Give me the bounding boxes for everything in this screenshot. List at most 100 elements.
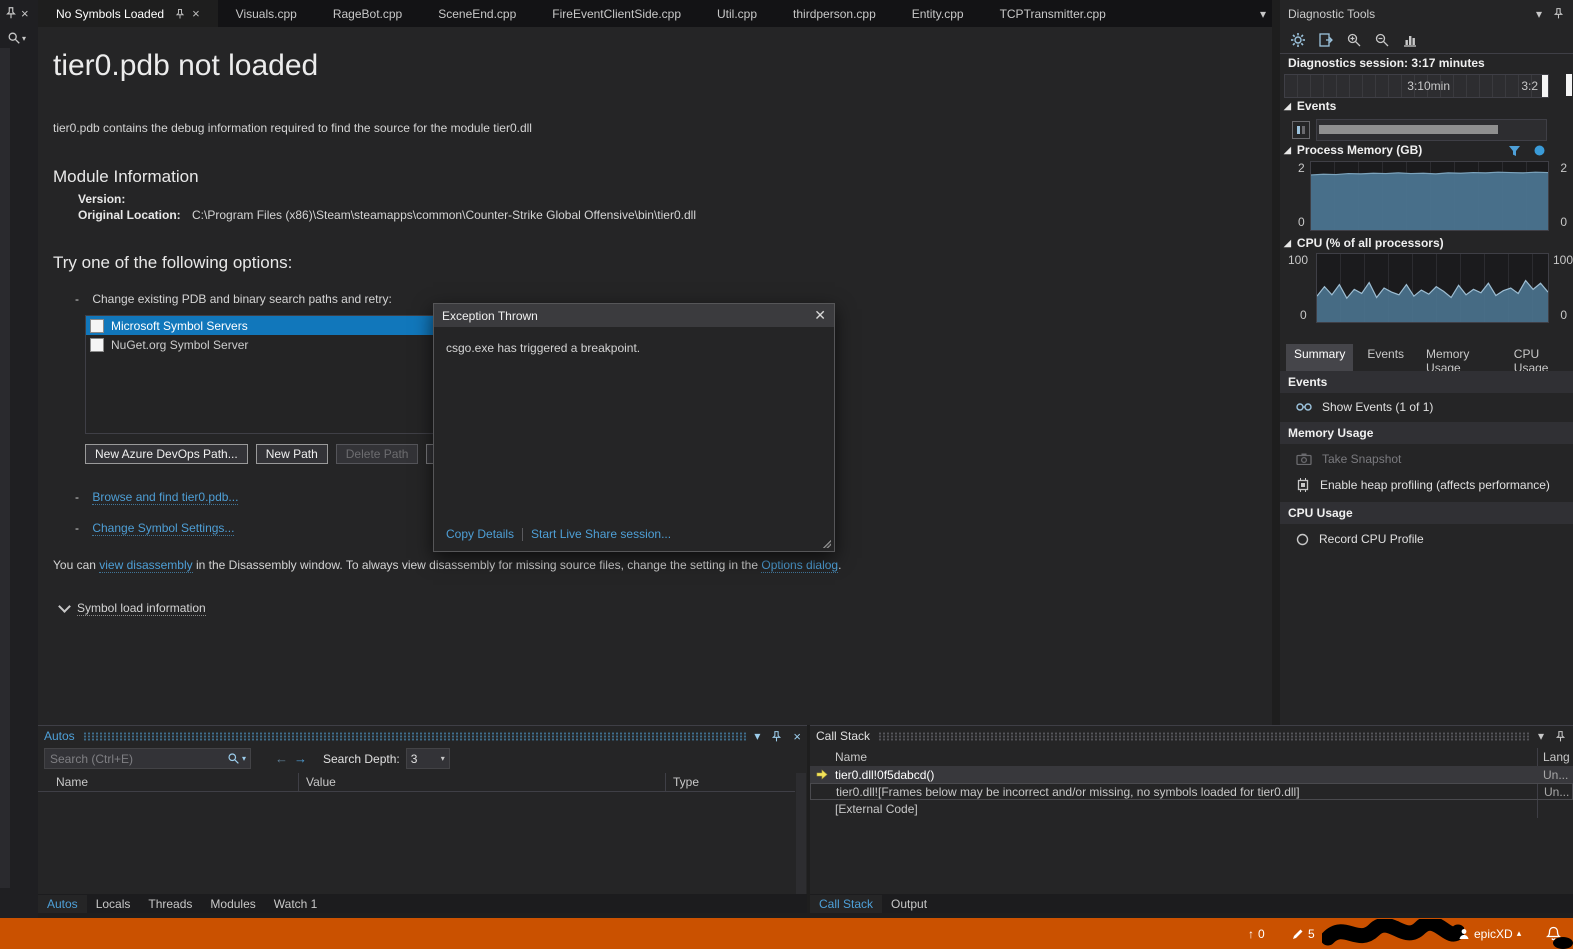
tab-call-stack[interactable]: Call Stack	[810, 894, 883, 913]
change-symbol-settings-link[interactable]: Change Symbol Settings...	[92, 521, 235, 536]
live-share-user[interactable]: epicXD ▴	[1458, 918, 1521, 949]
page-subtitle: tier0.pdb contains the debug information…	[53, 121, 532, 135]
close-icon[interactable]: ×	[793, 729, 801, 744]
tab-watch-1[interactable]: Watch 1	[265, 895, 327, 913]
zoom-out-icon[interactable]	[1374, 32, 1390, 48]
window-position-chevron-icon[interactable]: ▾	[1538, 729, 1544, 743]
tab-visuals-cpp[interactable]: Visuals.cpp	[218, 0, 315, 27]
navigate-forward-icon[interactable]: →	[294, 751, 307, 766]
tab-tcptransmitter-cpp[interactable]: TCPTransmitter.cpp	[982, 0, 1124, 27]
callstack-titlebar[interactable]: Call Stack ▾	[810, 726, 1573, 746]
callstack-row-current[interactable]: tier0.dll!0f5dabcd() Un...	[810, 766, 1573, 783]
start-live-share-link[interactable]: Start Live Share session...	[531, 527, 671, 541]
drag-handle[interactable]	[82, 731, 747, 741]
cpu-scale-bottom: 0	[1300, 308, 1307, 322]
cpu-usage-chart[interactable]	[1316, 253, 1549, 323]
tab-threads[interactable]: Threads	[139, 895, 201, 913]
column-language[interactable]: Lang	[1543, 750, 1570, 764]
timeline-tick: 3:10min	[1407, 79, 1450, 93]
close-icon[interactable]: ×	[192, 7, 200, 20]
process-memory-chart[interactable]	[1310, 161, 1549, 231]
column-type[interactable]: Type	[673, 775, 699, 789]
pin-icon[interactable]	[770, 730, 783, 743]
events-section-header[interactable]: ◢ Events	[1284, 99, 1336, 113]
chevron-down-icon[interactable]: ▾	[242, 754, 246, 763]
tab-modules[interactable]: Modules	[201, 895, 264, 913]
copy-details-link[interactable]: Copy Details	[446, 527, 514, 541]
callstack-row[interactable]: tier0.dll![Frames below may be incorrect…	[810, 783, 1573, 800]
view-disassembly-link[interactable]: view disassembly	[99, 558, 193, 573]
chevron-down-icon	[58, 600, 71, 613]
events-swimlane[interactable]	[1316, 119, 1547, 141]
tab-locals[interactable]: Locals	[87, 895, 140, 913]
close-icon[interactable]: ×	[21, 6, 29, 21]
tab-fireeventclientside-cpp[interactable]: FireEventClientSide.cpp	[534, 0, 699, 27]
take-snapshot-item[interactable]: Take Snapshot	[1280, 447, 1573, 471]
pin-icon[interactable]	[1552, 7, 1565, 20]
timeline-current-marker[interactable]	[1542, 75, 1548, 97]
dialog-titlebar[interactable]: Exception Thrown ✕	[434, 304, 834, 327]
left-rail: × ▾	[0, 0, 38, 918]
resize-grip[interactable]	[822, 539, 831, 548]
symbol-load-information-expander[interactable]: Symbol load information	[58, 600, 206, 616]
new-path-button[interactable]: New Path	[255, 444, 328, 464]
record-cpu-profile-item[interactable]: Record CPU Profile	[1280, 527, 1573, 551]
heap-profiling-item[interactable]: Enable heap profiling (affects performan…	[1280, 473, 1573, 497]
rail-scrollbar[interactable]	[0, 48, 10, 888]
timeline-ruler[interactable]: 3:10min 3:2	[1284, 74, 1549, 98]
checkbox[interactable]	[90, 318, 104, 333]
symbol-settings-row: - Change Symbol Settings...	[75, 521, 235, 536]
pin-icon[interactable]	[174, 8, 186, 20]
options-dialog-link[interactable]: Options dialog	[761, 558, 839, 573]
browse-pdb-link[interactable]: Browse and find tier0.pdb...	[92, 490, 239, 505]
show-events-item[interactable]: Show Events (1 of 1)	[1280, 395, 1573, 419]
timeline-tick-right: 3:2	[1521, 79, 1538, 93]
search-icon[interactable]	[7, 31, 21, 45]
pin-icon[interactable]	[4, 6, 18, 20]
process-memory-section-header[interactable]: ◢ Process Memory (GB)	[1284, 143, 1422, 157]
new-azure-devops-path-button[interactable]: New Azure DevOps Path...	[85, 444, 248, 464]
chevron-down-icon[interactable]: ▾	[22, 34, 26, 43]
search-depth-select[interactable]: 3 ▾	[405, 748, 450, 769]
zoom-in-icon[interactable]	[1346, 32, 1362, 48]
autos-scrollbar[interactable]	[796, 773, 806, 894]
autos-titlebar[interactable]: Autos ▾ ×	[38, 726, 807, 746]
delete-path-button[interactable]: Delete Path	[335, 444, 419, 464]
checkbox[interactable]	[90, 337, 104, 352]
search-icon[interactable]	[227, 752, 240, 765]
pushes-indicator[interactable]: ↑ 0	[1248, 918, 1265, 949]
filter-funnel-icon[interactable]	[1508, 144, 1521, 157]
column-value[interactable]: Value	[306, 775, 336, 789]
timeline-edge-marker	[1566, 74, 1572, 96]
close-icon[interactable]: ✕	[814, 307, 826, 324]
cpu-section-header[interactable]: ◢ CPU (% of all processors)	[1284, 236, 1444, 250]
tab-util-cpp[interactable]: Util.cpp	[699, 0, 775, 27]
settings-gear-icon[interactable]	[1290, 32, 1306, 48]
tab-output[interactable]: Output	[882, 895, 936, 913]
column-name[interactable]: Name	[835, 750, 867, 764]
tab-no-symbols-loaded[interactable]: No Symbols Loaded ×	[38, 0, 218, 27]
column-name[interactable]: Name	[56, 775, 88, 789]
drag-handle[interactable]	[878, 731, 1530, 741]
window-position-chevron-icon[interactable]: ▾	[754, 729, 760, 743]
navigate-back-icon[interactable]: ←	[275, 751, 288, 766]
tab-sceneend-cpp[interactable]: SceneEnd.cpp	[420, 0, 534, 27]
column-divider[interactable]	[665, 773, 666, 791]
diagnostic-tools-titlebar[interactable]: Diagnostic Tools ▾	[1280, 0, 1573, 27]
tab-overflow-chevron-icon[interactable]: ▾	[1260, 7, 1266, 21]
cpu-scale-top: 100	[1288, 253, 1309, 267]
search-input[interactable]	[45, 751, 227, 766]
pin-icon[interactable]	[1554, 730, 1567, 743]
tab-thirdperson-cpp[interactable]: thirdperson.cpp	[775, 0, 894, 27]
pending-edits-indicator[interactable]: 5	[1292, 918, 1315, 949]
tab-autos[interactable]: Autos	[38, 894, 87, 913]
callstack-row-external[interactable]: [External Code]	[810, 800, 1573, 817]
export-report-icon[interactable]	[1318, 32, 1334, 48]
reset-view-chart-icon[interactable]	[1402, 32, 1418, 48]
browse-pdb-row: - Browse and find tier0.pdb...	[75, 490, 239, 505]
autos-search-box[interactable]: ▾	[44, 748, 251, 769]
tab-entity-cpp[interactable]: Entity.cpp	[894, 0, 982, 27]
chevron-down-icon[interactable]: ▾	[1536, 7, 1542, 21]
column-divider[interactable]	[298, 773, 299, 791]
tab-ragebot-cpp[interactable]: RageBot.cpp	[315, 0, 420, 27]
